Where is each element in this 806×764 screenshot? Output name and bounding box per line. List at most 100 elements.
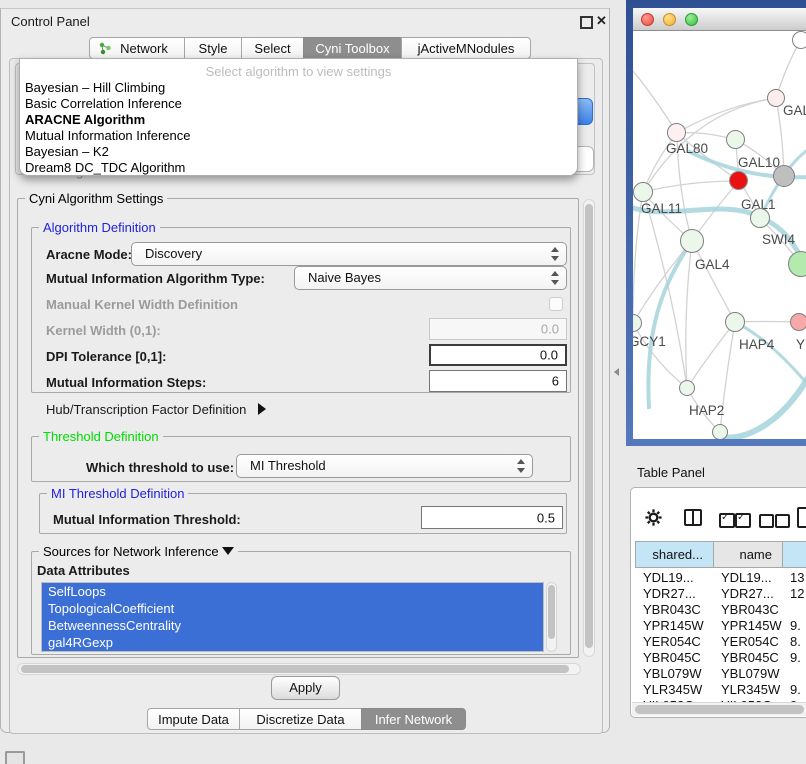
tab-label: Style — [199, 41, 228, 56]
unselect-all-checks-icon[interactable] — [775, 514, 790, 528]
table-cell[interactable]: 13 — [782, 570, 806, 586]
network-node-selected[interactable] — [729, 171, 748, 190]
document-icon[interactable] — [797, 507, 806, 528]
scrollbar-thumb[interactable] — [635, 705, 804, 714]
column-header-partial[interactable] — [782, 541, 806, 568]
network-node[interactable] — [679, 380, 695, 396]
which-threshold-select[interactable]: MI Threshold — [236, 454, 533, 478]
node-label: GAL80 — [666, 141, 708, 156]
network-node[interactable] — [725, 312, 745, 332]
zoom-traffic-light-icon[interactable] — [685, 13, 698, 26]
tab-label: jActiveMNodules — [418, 41, 515, 56]
unselect-all-checks-icon[interactable] — [759, 514, 774, 528]
table-cell[interactable]: YBR045C — [635, 650, 714, 666]
close-icon[interactable]: ✕ — [596, 13, 607, 29]
node-label: HAP2 — [689, 403, 724, 418]
table-cell[interactable]: 8. — [782, 634, 806, 650]
table-cell[interactable] — [782, 666, 806, 682]
table-cell[interactable]: YDR27... — [635, 586, 714, 602]
table-cell[interactable]: 9. — [782, 682, 806, 698]
table-cell[interactable]: 9. — [782, 650, 806, 666]
table-cell[interactable] — [782, 602, 806, 618]
table-cell[interactable]: YPR145W — [713, 618, 783, 634]
tab-impute-data[interactable]: Impute Data — [147, 708, 240, 730]
network-node[interactable] — [712, 424, 728, 439]
scrollbar-thumb[interactable] — [548, 585, 555, 639]
table-cell[interactable]: 12 — [782, 586, 806, 602]
algorithm-option-selected[interactable]: ARACNE Algorithm — [25, 112, 565, 128]
column-header-shared-name[interactable]: shared... — [635, 541, 714, 568]
network-window-titlebar[interactable] — [633, 8, 806, 31]
algorithm-option[interactable]: Mutual Information Inference — [25, 128, 565, 144]
table-cell[interactable]: 9. — [782, 618, 806, 634]
table-cell[interactable]: YDL19... — [713, 570, 783, 586]
tab-select[interactable]: Select — [241, 37, 304, 59]
select-all-checks-icon[interactable]: ✓ — [735, 513, 751, 528]
column-header-name[interactable]: name — [713, 541, 783, 568]
table-cell[interactable]: YER054C — [635, 634, 714, 650]
table-cell[interactable]: YDR27... — [713, 586, 783, 602]
table-cell[interactable]: YBL079W — [635, 666, 714, 682]
network-node[interactable] — [773, 165, 795, 187]
network-node[interactable] — [633, 182, 653, 202]
tab-infer-network[interactable]: Infer Network — [361, 708, 466, 730]
close-traffic-light-icon[interactable] — [641, 13, 654, 26]
network-node[interactable] — [750, 208, 770, 228]
mi-steps-field[interactable]: 6 — [429, 370, 567, 392]
network-node[interactable] — [792, 31, 806, 49]
column-layout-icon[interactable] — [684, 509, 702, 526]
list-item-selected[interactable]: gal4RGexp — [42, 634, 543, 651]
hub-transcription-expander[interactable]: Hub/Transcription Factor Definition — [46, 402, 266, 417]
dpi-tolerance-field[interactable]: 0.0 — [429, 344, 567, 366]
table-cell[interactable]: YBR045C — [713, 650, 783, 666]
tab-network[interactable]: Network — [89, 37, 185, 59]
expander-right-icon[interactable] — [258, 403, 266, 415]
popup-placeholder: Select algorithm to view settings — [20, 64, 577, 79]
table-cell[interactable]: YBR043C — [713, 602, 783, 618]
list-item-selected[interactable]: SelfLoops — [42, 583, 543, 600]
tab-label: Network — [106, 41, 168, 56]
threshold-definition-title: Threshold Definition — [39, 429, 163, 444]
algorithm-option[interactable]: Basic Correlation Inference — [25, 96, 565, 112]
table-cell[interactable]: YLR345W — [713, 682, 783, 698]
algorithm-option[interactable]: Bayesian – Hill Climbing — [25, 80, 565, 96]
tab-discretize-data[interactable]: Discretize Data — [239, 708, 362, 730]
list-item-selected[interactable]: TopologicalCoefficient — [42, 600, 543, 617]
data-attributes-label: Data Attributes — [37, 563, 130, 578]
minimize-traffic-light-icon[interactable] — [663, 13, 676, 26]
table-cell[interactable]: YER054C — [713, 634, 783, 650]
float-window-icon[interactable] — [580, 16, 593, 29]
network-node[interactable] — [726, 130, 745, 149]
table-cell[interactable]: YBL079W — [713, 666, 783, 682]
table-cell[interactable]: YDL19... — [635, 570, 714, 586]
minimized-panel-icon[interactable] — [5, 751, 25, 764]
aracne-mode-select[interactable]: Discovery — [131, 242, 567, 266]
tab-cyni-toolbox[interactable]: Cyni Toolbox — [303, 37, 402, 59]
aracne-mode-value: Discovery — [145, 246, 202, 261]
table-cell[interactable]: YLR345W — [635, 682, 714, 698]
scrollbar-thumb[interactable] — [585, 204, 593, 648]
tab-style[interactable]: Style — [184, 37, 242, 59]
panel-splitter-handle[interactable] — [610, 368, 619, 376]
network-canvas[interactable]: GAL GAL80 GAL10 GAL1 GAL11 SWI4 GAL4 GCY… — [633, 31, 806, 439]
algorithm-option[interactable]: Bayesian – K2 — [25, 144, 565, 160]
node-label: GAL — [783, 103, 806, 118]
table-cell[interactable]: YBR043C — [635, 602, 714, 618]
network-node[interactable] — [790, 313, 806, 331]
apply-button[interactable]: Apply — [271, 676, 340, 700]
algorithm-option[interactable]: Dream8 DC_TDC Algorithm — [25, 160, 565, 176]
network-icon — [99, 42, 112, 55]
settings-group-title: Cyni Algorithm Settings — [25, 191, 167, 206]
mi-algorithm-type-select[interactable]: Naive Bayes — [294, 266, 567, 290]
algorithm-dropdown-popup: Select algorithm to view settings Bayesi… — [19, 58, 578, 176]
list-item-selected[interactable]: BetweennessCentrality — [42, 617, 543, 634]
tab-jactivemnodules[interactable]: jActiveMNodules — [401, 37, 531, 59]
select-all-checks-icon[interactable]: ✓ — [719, 513, 735, 528]
network-node[interactable] — [680, 229, 704, 253]
mutual-information-threshold-field[interactable]: 0.5 — [421, 506, 563, 529]
table-cell[interactable]: YPR145W — [635, 618, 714, 634]
gear-icon[interactable] — [644, 508, 663, 527]
scrollbar-thumb[interactable] — [21, 665, 569, 673]
network-node[interactable] — [667, 123, 686, 142]
expander-down-icon[interactable] — [222, 547, 234, 555]
